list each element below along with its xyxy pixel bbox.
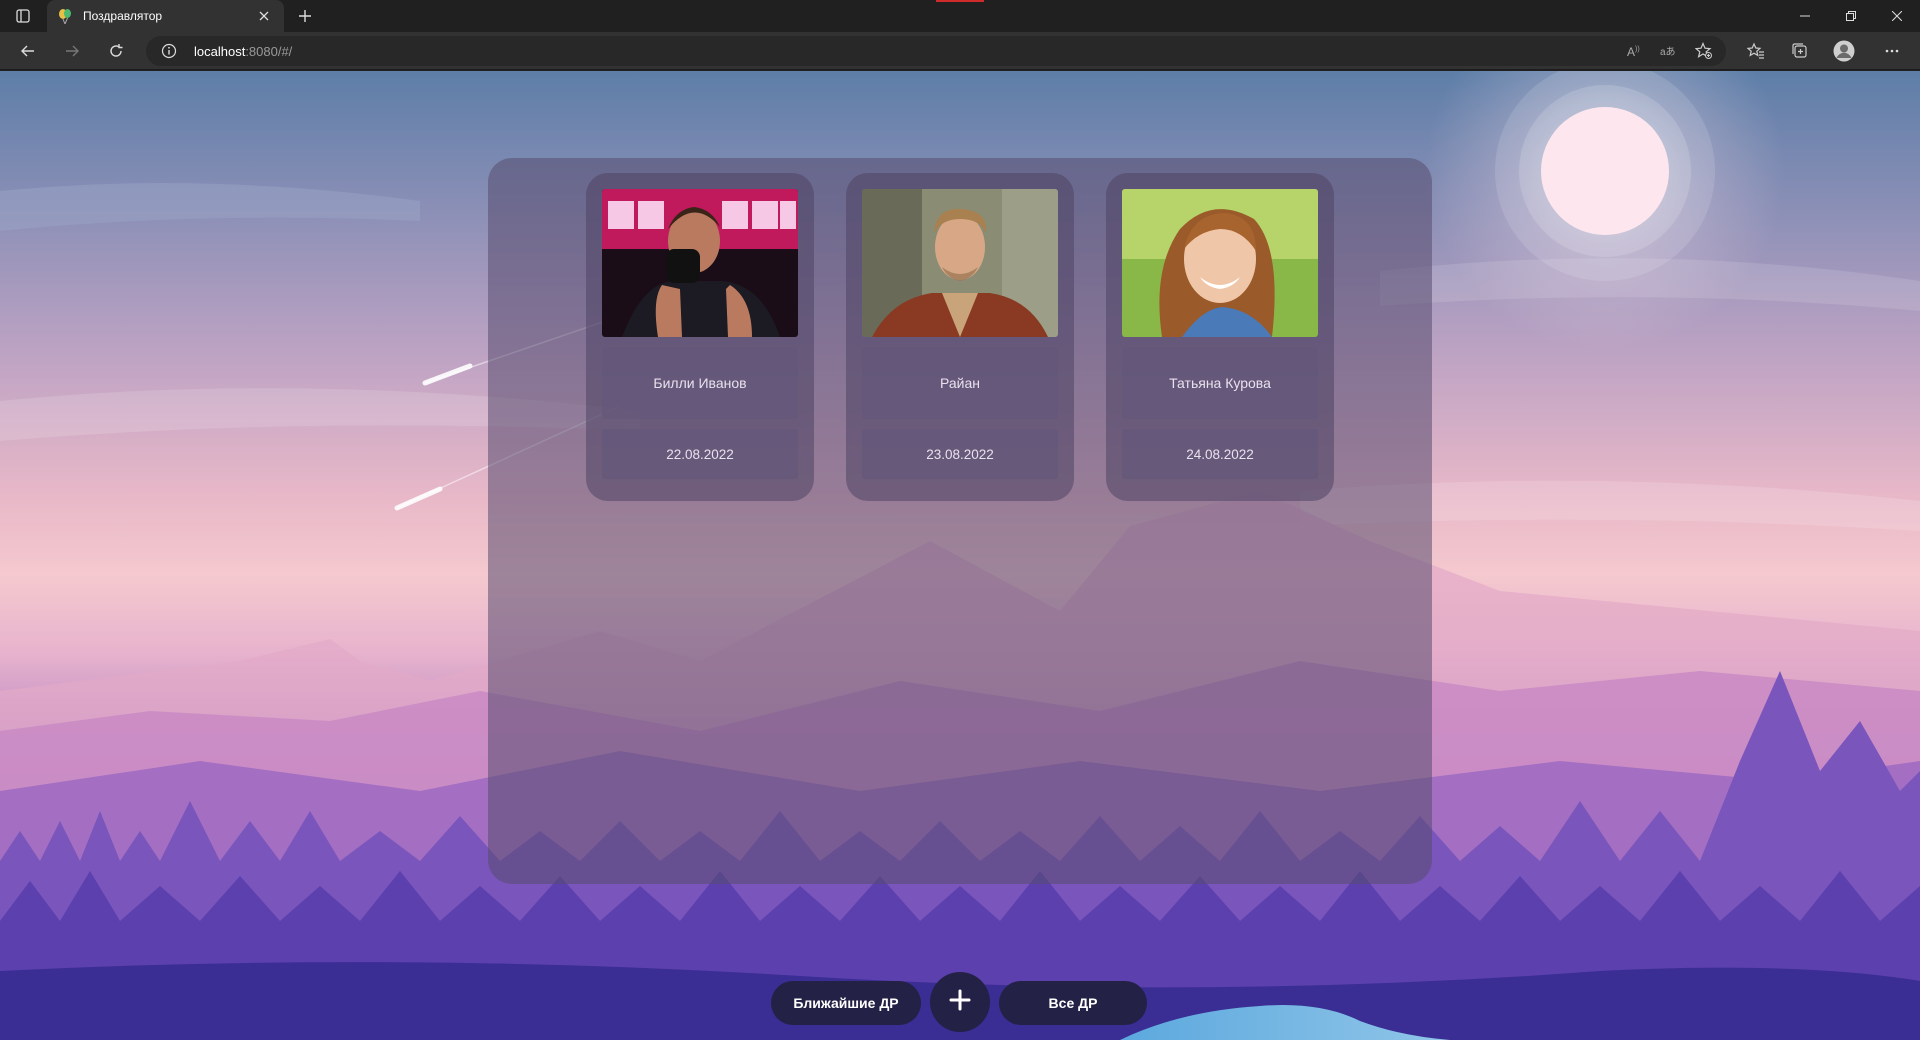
profile-avatar-icon[interactable] [1830,37,1858,65]
birthday-card[interactable]: Билли Иванов 22.08.2022 [586,173,814,501]
browser-toolbar: localhost:8080/#/ A)) aあ [0,32,1920,70]
minimize-icon[interactable] [1782,0,1828,32]
upcoming-birthdays-button[interactable]: Ближайшие ДР [771,981,921,1025]
birthday-date: 23.08.2022 [862,429,1058,479]
refresh-icon[interactable] [102,37,130,65]
window-controls [1782,0,1920,32]
svg-text:)): )) [1635,46,1640,53]
add-birthday-button[interactable] [930,972,990,1032]
birthday-card[interactable]: Райан 23.08.2022 [846,173,1074,501]
person-name: Райан [862,347,1058,419]
restore-icon[interactable] [1828,0,1874,32]
all-birthdays-button[interactable]: Все ДР [999,981,1147,1025]
address-bar[interactable]: localhost:8080/#/ [146,36,1726,66]
collections-icon[interactable] [1786,37,1814,65]
url-host: localhost [194,43,246,59]
birthday-date: 22.08.2022 [602,429,798,479]
plus-icon [949,989,971,1016]
birthday-date: 24.08.2022 [1122,429,1318,479]
person-photo [602,189,798,337]
favorites-icon[interactable] [1742,37,1770,65]
info-icon[interactable] [160,42,178,60]
add-favorite-icon[interactable] [1690,37,1718,65]
person-photo [862,189,1058,337]
accent-bar [936,0,984,2]
person-name: Татьяна Курова [1122,347,1318,419]
tab-title: Поздравлятор [83,9,163,23]
tab-close-icon[interactable] [254,6,274,26]
back-icon[interactable] [14,37,42,65]
svg-text:aあ: aあ [1660,46,1676,58]
browser-tab-active[interactable]: Поздравлятор [47,0,284,32]
svg-text:A: A [1627,45,1635,59]
new-tab-icon[interactable] [292,6,318,26]
person-photo [1122,189,1318,337]
close-window-icon[interactable] [1874,0,1920,32]
browser-titlebar: Поздравлятор [0,0,1920,32]
translate-icon[interactable]: aあ [1654,37,1682,65]
url-path: :8080/#/ [245,43,293,59]
more-menu-icon[interactable] [1878,37,1906,65]
balloon-favicon-icon [57,8,73,24]
read-aloud-icon[interactable]: A)) [1620,37,1648,65]
birthday-card[interactable]: Татьяна Курова 24.08.2022 [1106,173,1334,501]
forward-icon[interactable] [58,37,86,65]
person-name: Билли Иванов [602,347,798,419]
tab-actions-icon[interactable] [10,6,36,26]
page-viewport: Билли Иванов 22.08.2022 Райан 23.08.2022 [0,71,1920,1040]
